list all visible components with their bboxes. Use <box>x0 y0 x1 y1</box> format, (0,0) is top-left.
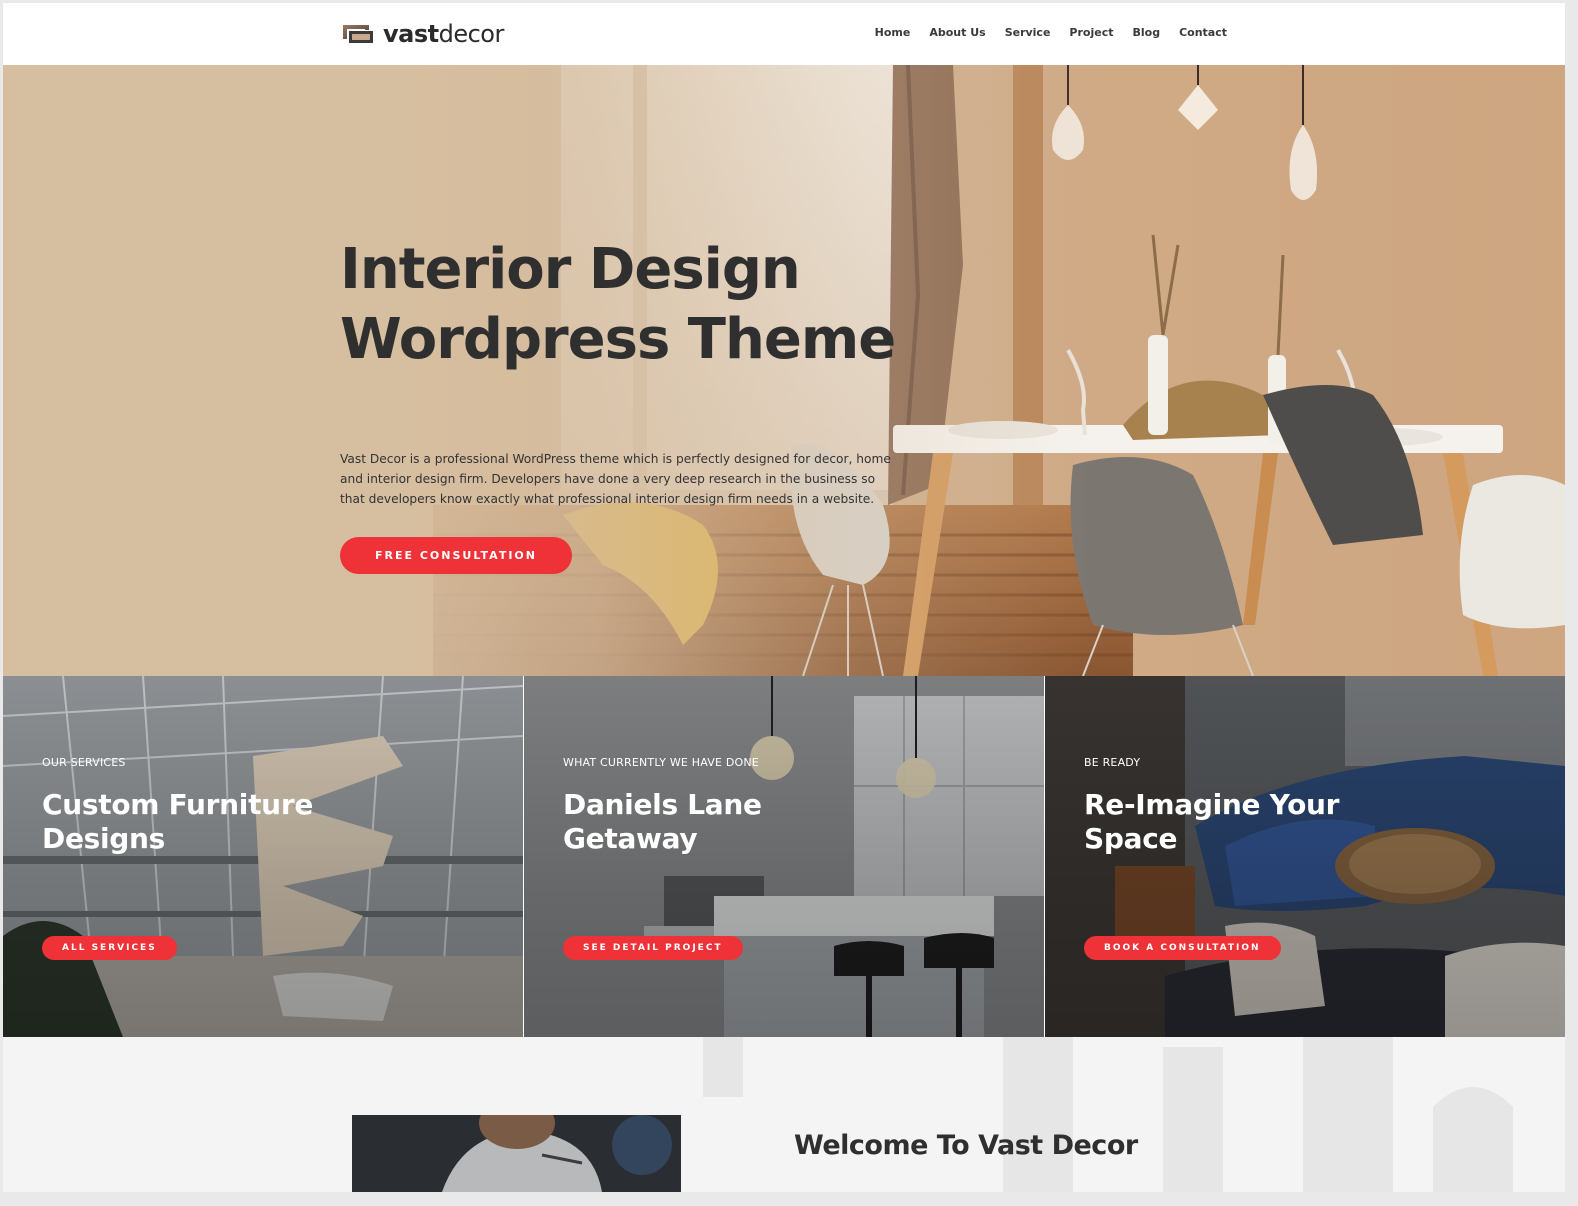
page-frame: vastdecor Home About Us Service Project … <box>3 3 1565 1192</box>
hero-title: Interior Design Wordpress Theme <box>340 235 960 375</box>
welcome-craftsman-photo <box>352 1115 681 1192</box>
panel-title: Re-Imagine Your Space <box>1084 788 1504 856</box>
logo-word-light: decor <box>438 20 505 48</box>
panel-eyebrow: BE READY <box>1084 756 1141 769</box>
book-consultation-button[interactable]: BOOK A CONSULTATION <box>1084 936 1281 960</box>
see-detail-project-button[interactable]: SEE DETAIL PROJECT <box>563 936 743 960</box>
panel-title-line-2: Getaway <box>563 822 698 855</box>
site-header: vastdecor Home About Us Service Project … <box>3 3 1565 65</box>
panel-shade <box>3 676 523 1037</box>
welcome-title: Welcome To Vast Decor <box>794 1130 1138 1161</box>
nav-home[interactable]: Home <box>875 24 911 42</box>
panel-title: Custom Furniture Designs <box>42 788 462 856</box>
project-panel: WHAT CURRENTLY WE HAVE DONE Daniels Lane… <box>524 676 1044 1037</box>
welcome-background-image <box>3 1037 1565 1192</box>
nav-contact[interactable]: Contact <box>1179 24 1227 42</box>
site-logo[interactable]: vastdecor <box>341 19 504 49</box>
panel-title-line-2: Space <box>1084 822 1178 855</box>
hero-title-line-1: Interior Design <box>340 237 801 302</box>
logo-wordmark: vastdecor <box>383 19 504 49</box>
panel-eyebrow: WHAT CURRENTLY WE HAVE DONE <box>563 756 759 769</box>
all-services-button[interactable]: ALL SERVICES <box>42 936 177 960</box>
hero-description: Vast Decor is a professional WordPress t… <box>340 452 891 506</box>
welcome-section: Welcome To Vast Decor <box>3 1037 1565 1192</box>
nav-service[interactable]: Service <box>1005 24 1051 42</box>
services-panel: OUR SERVICES Custom Furniture Designs AL… <box>3 676 523 1037</box>
panel-title-line-1: Daniels Lane <box>563 788 762 821</box>
nav-project[interactable]: Project <box>1069 24 1113 42</box>
hero-title-line-2: Wordpress Theme <box>340 307 896 372</box>
panel-shade <box>524 676 1044 1037</box>
panel-shade <box>1045 676 1565 1037</box>
consultation-panel: BE READY Re-Imagine Your Space BOOK A CO… <box>1045 676 1565 1037</box>
panel-title: Daniels Lane Getaway <box>563 788 983 856</box>
panel-title-line-1: Re-Imagine Your <box>1084 788 1340 821</box>
hero-section: Interior Design Wordpress Theme Vast Dec… <box>3 65 1565 676</box>
frame-logo-icon <box>343 25 373 43</box>
nav-about-us[interactable]: About Us <box>929 24 985 42</box>
panel-eyebrow: OUR SERVICES <box>42 756 126 769</box>
nav-blog[interactable]: Blog <box>1132 24 1160 42</box>
panel-title-line-2: Designs <box>42 822 166 855</box>
main-nav: Home About Us Service Project Blog Conta… <box>875 24 1227 42</box>
panel-title-line-1: Custom Furniture <box>42 788 314 821</box>
free-consultation-button[interactable]: FREE CONSULTATION <box>340 537 572 574</box>
logo-word-bold: vast <box>383 20 439 48</box>
